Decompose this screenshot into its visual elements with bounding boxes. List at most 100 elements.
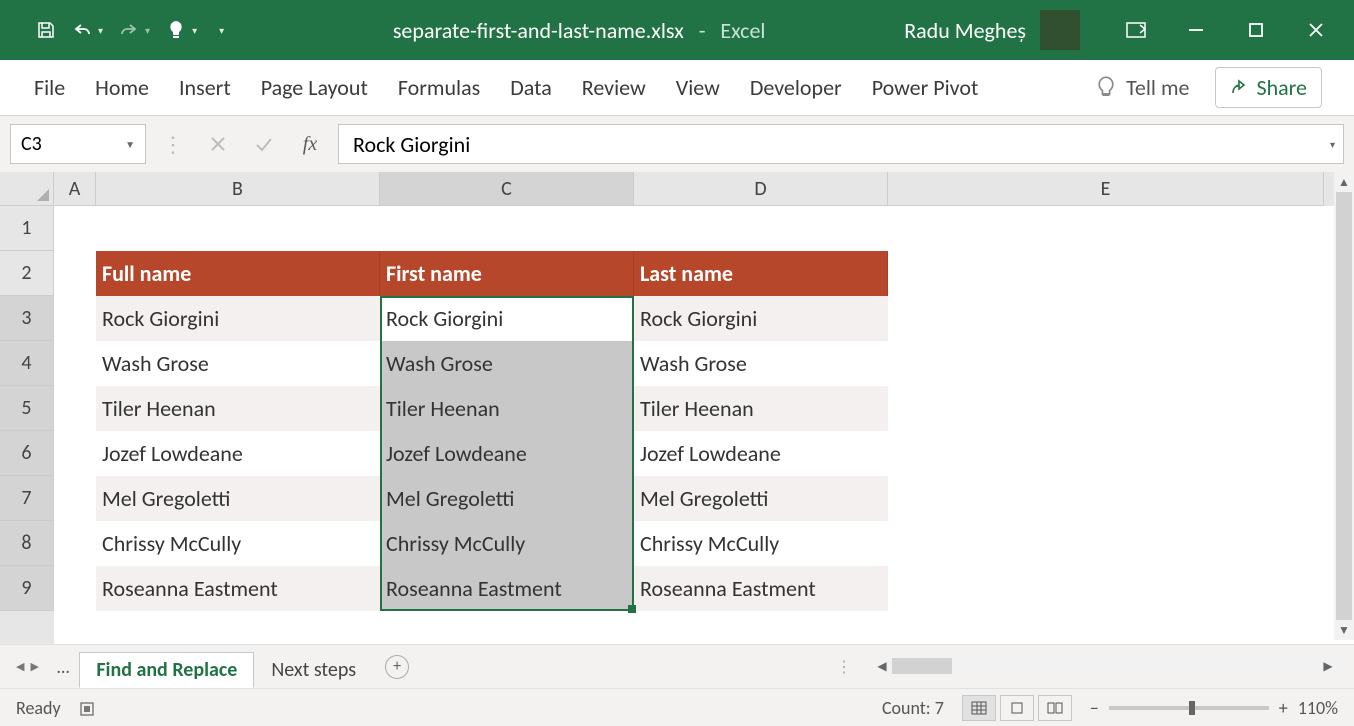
user-block[interactable]: Radu Megheș [904, 10, 1088, 50]
add-sheet-button[interactable]: + [385, 655, 409, 679]
ribbon-display-icon[interactable] [1126, 20, 1146, 40]
tab-resize-handle[interactable]: ⋮ [836, 657, 852, 677]
fx-icon[interactable]: fx [292, 126, 328, 162]
cell[interactable]: Jozef Lowdeane [96, 431, 380, 476]
zoom-out-button[interactable]: − [1090, 697, 1099, 719]
zoom-level[interactable]: 110% [1298, 697, 1338, 719]
maximize-icon[interactable] [1246, 20, 1266, 40]
ribbon-tab-page-layout[interactable]: Page Layout [259, 70, 370, 105]
close-icon[interactable] [1306, 20, 1326, 40]
sheet-tab[interactable]: Next steps [254, 652, 373, 688]
scroll-thumb[interactable] [1336, 192, 1352, 620]
qat-customize-icon[interactable]: ▾ [219, 24, 224, 37]
column-header[interactable]: D [634, 172, 888, 206]
cell[interactable]: Chrissy McCully [380, 521, 634, 566]
cell[interactable]: Roseanna Eastment [380, 566, 634, 611]
table-header[interactable]: Last name [634, 251, 888, 296]
share-button[interactable]: Share [1215, 67, 1322, 108]
ribbon-tab-powerpivot[interactable]: Power Pivot [870, 70, 981, 105]
undo-icon[interactable] [72, 20, 92, 40]
row-header[interactable]: 3 [0, 296, 54, 341]
ribbon-tab-formulas[interactable]: Formulas [396, 70, 482, 105]
bulb-dropdown-icon[interactable]: ▾ [192, 24, 197, 37]
row-header[interactable]: 1 [0, 206, 54, 251]
cell[interactable]: Mel Gregoletti [634, 476, 888, 521]
row-header[interactable]: 8 [0, 521, 54, 566]
cell[interactable]: Mel Gregoletti [96, 476, 380, 521]
cell[interactable]: Rock Giorgini [634, 296, 888, 341]
cancel-icon[interactable] [200, 126, 236, 162]
row-header[interactable]: 4 [0, 341, 54, 386]
cell[interactable]: Rock Giorgini [380, 296, 634, 341]
prev-sheet-icon[interactable]: ◀ [16, 660, 24, 673]
bulb-icon[interactable] [166, 20, 186, 40]
redo-dropdown-icon[interactable]: ▾ [145, 24, 150, 37]
cell[interactable]: Jozef Lowdeane [634, 431, 888, 476]
sheet-tab-active[interactable]: Find and Replace [79, 652, 254, 688]
ribbon-tab-file[interactable]: File [32, 70, 67, 105]
horizontal-scrollbar[interactable]: ◀ ▶ [872, 656, 1338, 676]
formula-input[interactable]: Rock Giorgini ▾ [338, 124, 1344, 164]
window-buttons [1088, 20, 1354, 40]
cell[interactable]: Roseanna Eastment [96, 566, 380, 611]
cell[interactable]: Mel Gregoletti [380, 476, 634, 521]
next-sheet-icon[interactable]: ▶ [30, 660, 38, 673]
row-header[interactable]: 5 [0, 386, 54, 431]
undo-dropdown-icon[interactable]: ▾ [98, 24, 103, 37]
cell[interactable]: Wash Grose [634, 341, 888, 386]
page-break-view-button[interactable] [1038, 695, 1072, 721]
ribbon-tab-home[interactable]: Home [93, 70, 151, 105]
ribbon-tab-insert[interactable]: Insert [177, 70, 233, 105]
row-header[interactable]: 9 [0, 566, 54, 611]
table-header[interactable]: First name [380, 251, 634, 296]
tell-me[interactable]: Tell me [1096, 74, 1189, 101]
page-layout-view-button[interactable] [1000, 695, 1034, 721]
save-icon[interactable] [36, 20, 56, 40]
column-header[interactable]: A [54, 172, 96, 206]
zoom-slider[interactable] [1109, 706, 1269, 710]
scroll-thumb[interactable] [892, 658, 952, 674]
ribbon-tab-review[interactable]: Review [580, 70, 648, 105]
cell[interactable]: Tiler Heenan [96, 386, 380, 431]
cell[interactable]: Rock Giorgini [96, 296, 380, 341]
row-header[interactable]: 7 [0, 476, 54, 521]
column-header[interactable]: C [380, 172, 634, 206]
cells-area[interactable]: Full name First name Last name Rock Gior… [54, 206, 1354, 644]
ribbon-tab-developer[interactable]: Developer [748, 70, 844, 105]
row-header[interactable]: 2 [0, 251, 54, 296]
macro-record-icon[interactable] [79, 699, 99, 717]
zoom-in-button[interactable]: + [1279, 697, 1288, 719]
vertical-scrollbar[interactable]: ▲ ▼ [1334, 172, 1354, 640]
zoom-knob[interactable] [1189, 701, 1195, 715]
cell[interactable]: Chrissy McCully [96, 521, 380, 566]
minimize-icon[interactable] [1186, 20, 1206, 40]
chevron-down-icon[interactable]: ▾ [1330, 138, 1335, 151]
scroll-down-icon[interactable]: ▼ [1334, 620, 1354, 640]
column-header[interactable]: E [888, 172, 1324, 206]
name-box[interactable]: C3 ▼ [10, 124, 146, 164]
chevron-down-icon[interactable]: ▼ [125, 138, 135, 151]
redo-icon[interactable] [119, 20, 139, 40]
enter-icon[interactable] [246, 126, 282, 162]
scroll-left-icon[interactable]: ◀ [872, 656, 892, 676]
sheet-overflow[interactable]: … [47, 656, 79, 678]
column-header[interactable]: B [96, 172, 380, 206]
cell[interactable]: Jozef Lowdeane [380, 431, 634, 476]
cell[interactable]: Chrissy McCully [634, 521, 888, 566]
cell[interactable]: Tiler Heenan [634, 386, 888, 431]
ribbon-tab-data[interactable]: Data [508, 70, 554, 105]
scroll-up-icon[interactable]: ▲ [1334, 172, 1354, 192]
table-header[interactable]: Full name [96, 251, 380, 296]
row-header[interactable]: 6 [0, 431, 54, 476]
sheet-nav[interactable]: ◀ ▶ [8, 660, 47, 673]
avatar[interactable] [1040, 10, 1080, 50]
ribbon-tab-view[interactable]: View [674, 70, 722, 105]
cell[interactable]: Wash Grose [380, 341, 634, 386]
cell[interactable]: Tiler Heenan [380, 386, 634, 431]
cell[interactable]: Wash Grose [96, 341, 380, 386]
normal-view-button[interactable] [962, 695, 996, 721]
scroll-right-icon[interactable]: ▶ [1318, 656, 1338, 676]
select-all-corner[interactable] [0, 172, 54, 206]
cell[interactable]: Roseanna Eastment [634, 566, 888, 611]
table-row: Tiler Heenan Tiler Heenan Tiler Heenan [96, 386, 888, 431]
